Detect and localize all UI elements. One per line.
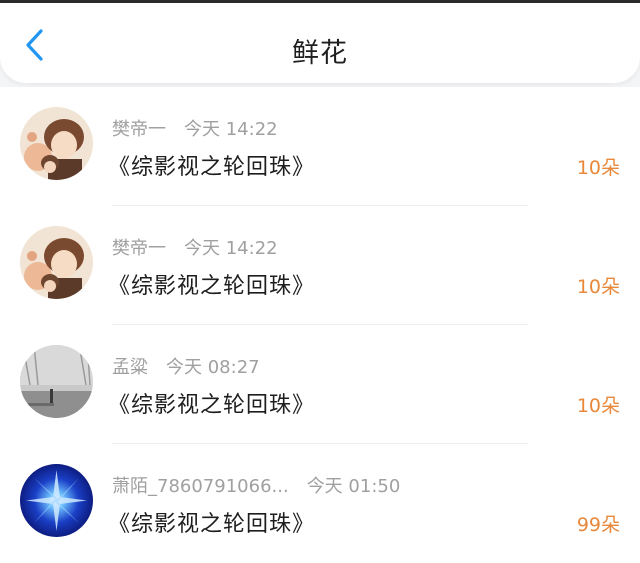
anime-avatar-image [20,226,93,299]
flower-count: 10朵 [576,395,620,417]
flower-record-list: 樊帝一 今天 14:22 《综影视之轮回珠》 10朵 樊帝一 今天 14:22 《综… [0,87,640,563]
record-meta: 樊帝一 今天 14:22 [112,234,278,260]
record-time: 今天 14:22 [184,238,278,259]
record-meta: 萧陌_7860791066... 今天 01:50 [112,472,400,498]
book-title[interactable]: 《综影视之轮回珠》 [108,149,315,181]
list-item[interactable]: 樊帝一 今天 14:22 《综影视之轮回珠》 10朵 [0,206,640,325]
anime-avatar-image [20,107,93,180]
list-item[interactable]: 孟粱 今天 08:27 《综影视之轮回珠》 10朵 [0,325,640,444]
blue-star-avatar-image [20,464,93,537]
record-time: 今天 01:50 [306,476,401,497]
flower-count: 10朵 [576,157,620,179]
sender-name: 樊帝一 [112,238,166,259]
page-title: 鲜花 [292,38,348,69]
user-avatar[interactable] [20,107,93,180]
sender-name: 萧陌_7860791066... [112,476,289,497]
flower-count: 10朵 [576,276,620,298]
list-item[interactable]: 樊帝一 今天 14:22 《综影视之轮回珠》 10朵 [0,87,640,206]
sender-name: 孟粱 [112,357,148,378]
user-avatar[interactable] [20,345,93,418]
book-title[interactable]: 《综影视之轮回珠》 [108,506,315,538]
user-avatar[interactable] [20,226,93,299]
user-avatar[interactable] [20,464,93,537]
record-meta: 孟粱 今天 08:27 [112,353,260,379]
grey-landscape-avatar-image [20,345,93,418]
list-item[interactable]: 萧陌_7860791066... 今天 01:50 《综影视之轮回珠》 99朵 [0,444,640,563]
flower-count: 99朵 [576,514,620,536]
header-bar: 鲜花 [0,3,640,83]
record-meta: 樊帝一 今天 14:22 [112,115,278,141]
record-time: 今天 08:27 [166,357,260,378]
sender-name: 樊帝一 [112,119,166,140]
book-title[interactable]: 《综影视之轮回珠》 [108,268,315,300]
book-title[interactable]: 《综影视之轮回珠》 [108,387,315,419]
record-time: 今天 14:22 [184,119,278,140]
